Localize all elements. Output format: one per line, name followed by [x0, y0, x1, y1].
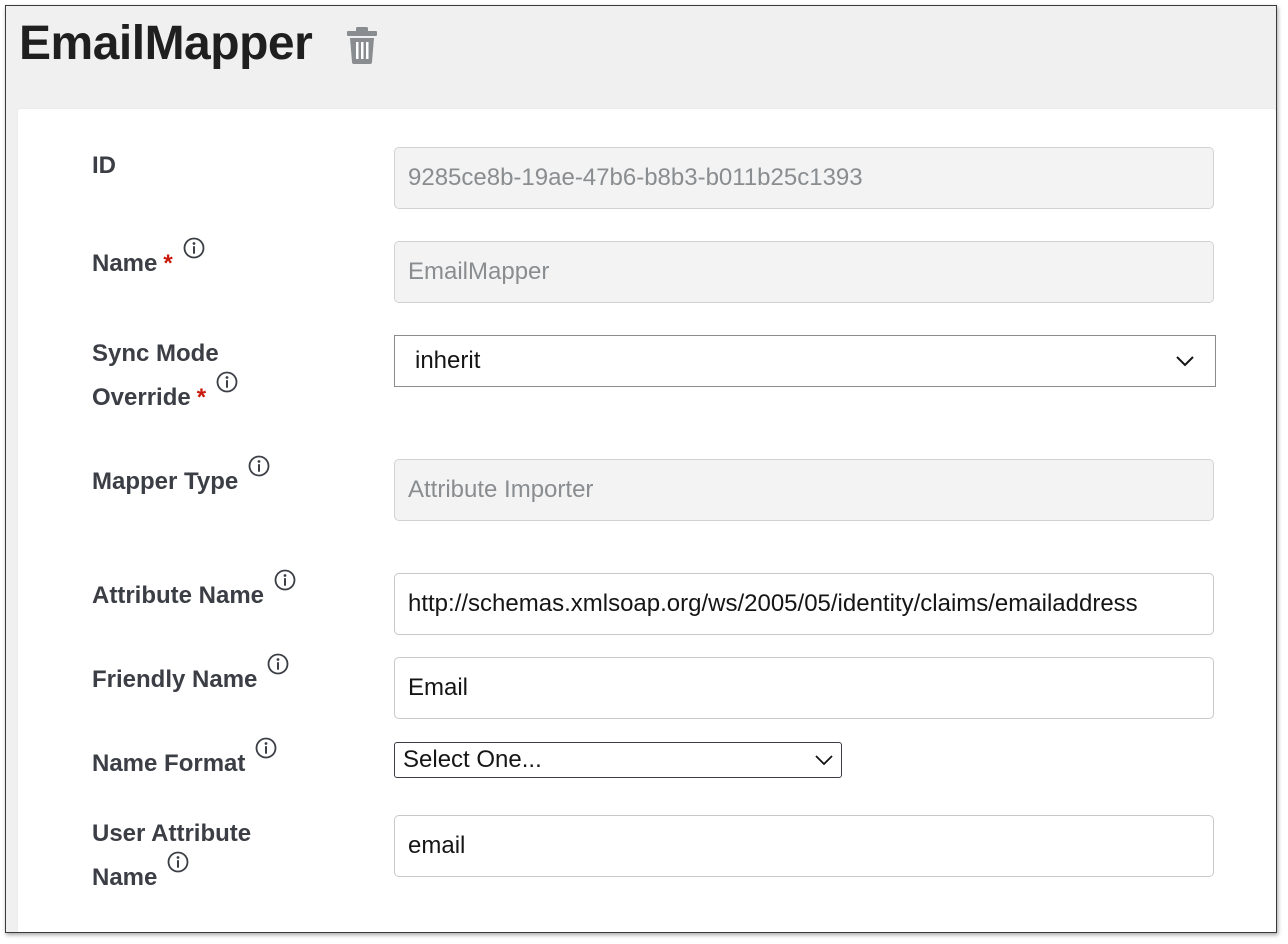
info-circle-icon[interactable] — [183, 237, 205, 259]
name-format-value: Select One... — [403, 746, 542, 773]
mapper-type-label-text: Mapper Type — [92, 468, 239, 495]
attribute-name-label: Attribute Name — [92, 569, 296, 618]
info-circle-icon[interactable] — [167, 851, 189, 873]
name-label: Name * — [92, 237, 205, 286]
info-circle-icon[interactable] — [248, 455, 270, 477]
sync-mode-select[interactable]: inherit — [394, 335, 1216, 387]
id-field[interactable]: 9285ce8b-19ae-47b6-b8b3-b011b25c1393 — [394, 147, 1214, 209]
mapper-type-label: Mapper Type — [92, 455, 270, 504]
sync-mode-label-2: Override * — [92, 371, 238, 420]
name-label-text: Name — [92, 250, 158, 277]
required-mark: * — [196, 384, 207, 411]
attribute-name-input[interactable]: http://schemas.xmlsoap.org/ws/2005/05/id… — [394, 573, 1214, 635]
info-circle-icon[interactable] — [216, 371, 238, 393]
attribute-name-label-text: Attribute Name — [92, 582, 265, 609]
name-format-select[interactable]: Select One... — [394, 742, 842, 778]
friendly-name-label-text: Friendly Name — [92, 666, 258, 693]
user-attribute-name-input[interactable]: email — [394, 815, 1214, 877]
user-attribute-name-label-2: Name — [92, 851, 189, 900]
user-attribute-name-label-line2: Name — [92, 864, 158, 891]
user-attribute-name-label-line1: User Attribute — [92, 820, 252, 847]
mapper-type-field[interactable]: Attribute Importer — [394, 459, 1214, 521]
sync-mode-label-line1: Sync Mode — [92, 340, 219, 367]
id-label: ID — [92, 144, 116, 188]
name-format-label: Name Format — [92, 737, 277, 786]
page-frame: EmailMapper ID 9285ce8b-19ae-47b6-b8b3-b… — [5, 5, 1277, 933]
name-field[interactable]: EmailMapper — [394, 241, 1214, 303]
friendly-name-label: Friendly Name — [92, 653, 289, 702]
chevron-down-icon — [1176, 356, 1194, 367]
info-circle-icon[interactable] — [274, 569, 296, 591]
name-format-label-text: Name Format — [92, 750, 246, 777]
chevron-down-icon — [815, 755, 833, 765]
info-circle-icon[interactable] — [255, 737, 277, 759]
sync-mode-value: inherit — [415, 347, 481, 374]
sync-mode-label-line2: Override — [92, 384, 191, 411]
user-attribute-name-label: User Attribute — [92, 812, 251, 856]
trash-icon[interactable] — [346, 26, 378, 64]
page-title: EmailMapper — [19, 17, 313, 70]
sync-mode-label: Sync Mode — [92, 332, 219, 376]
info-circle-icon[interactable] — [267, 653, 289, 675]
mapper-form-card: ID 9285ce8b-19ae-47b6-b8b3-b011b25c1393 … — [18, 109, 1276, 932]
id-label-text: ID — [92, 152, 116, 179]
required-mark: * — [163, 250, 173, 277]
friendly-name-input[interactable]: Email — [394, 657, 1214, 719]
